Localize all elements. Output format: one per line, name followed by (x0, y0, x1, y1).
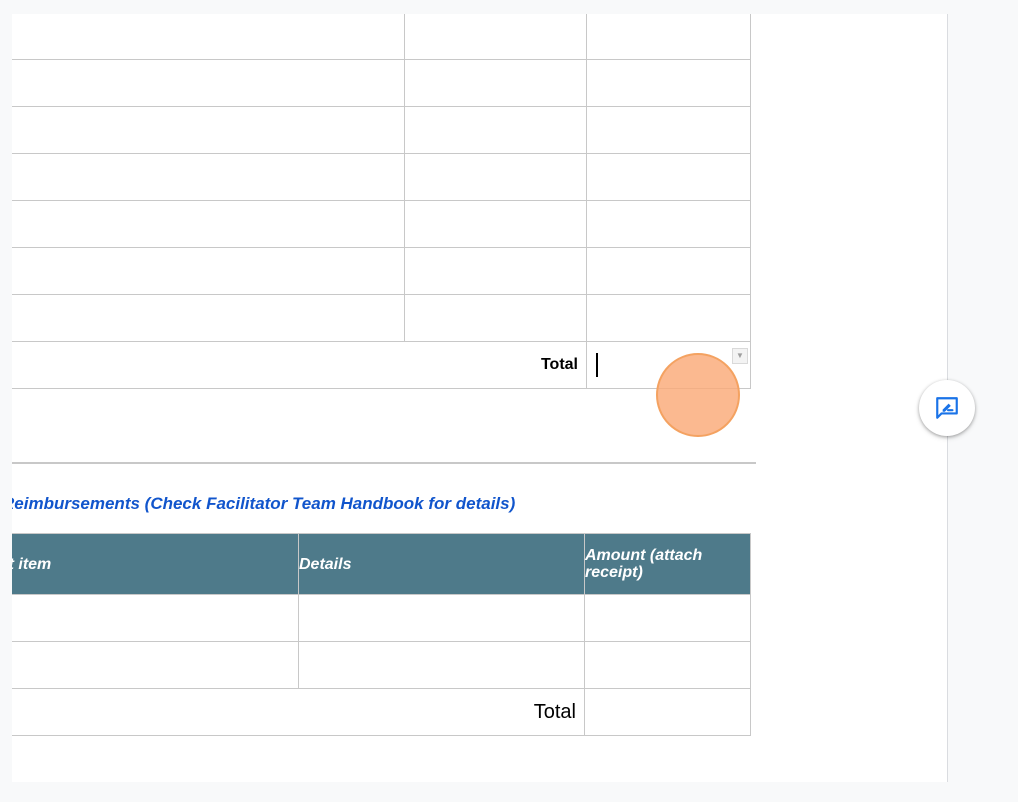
table-cell[interactable] (586, 153, 751, 201)
reimbursements-table: Reimbursement item Details Amount (attac… (12, 533, 751, 736)
table-row (12, 641, 751, 689)
text-cursor (596, 353, 598, 377)
add-comment-button[interactable] (919, 380, 975, 436)
total-label: Total (12, 688, 585, 736)
table-cell[interactable] (584, 594, 751, 642)
header-details[interactable]: Details (298, 533, 585, 595)
total-cell[interactable] (584, 688, 751, 736)
total-label: Total (12, 341, 587, 389)
table-cell[interactable] (12, 106, 405, 154)
section-divider (12, 462, 756, 464)
table-cell[interactable] (12, 594, 299, 642)
table-cell[interactable] (584, 641, 751, 689)
table-cell[interactable] (586, 200, 751, 248)
cursor-highlight (656, 353, 740, 437)
document-page: Total ▼ Reimbursements (Check Facilitator… (12, 14, 947, 782)
total-row: Total ▼ (12, 341, 751, 389)
table-cell[interactable] (298, 641, 585, 689)
table-cell[interactable] (298, 594, 585, 642)
header-amount[interactable]: Amount (attach receipt) (584, 533, 751, 595)
table-cell[interactable] (586, 106, 751, 154)
total-row: Total (12, 688, 751, 736)
table-cell[interactable] (586, 59, 751, 107)
table-row (12, 294, 751, 342)
table-row (12, 59, 751, 107)
table-cell[interactable] (12, 641, 299, 689)
table-cell[interactable] (404, 14, 587, 60)
section-title: Reimbursements (Check Facilitator Team H… (12, 494, 516, 513)
table-cell[interactable] (12, 200, 405, 248)
table-cell[interactable] (404, 153, 587, 201)
table-row (12, 200, 751, 248)
table-row (12, 14, 751, 60)
add-comment-icon (936, 397, 958, 419)
table-cell[interactable] (12, 247, 405, 295)
table-cell[interactable] (404, 294, 587, 342)
expenses-table: Total ▼ (12, 14, 751, 389)
table-row (12, 247, 751, 295)
table-row (12, 594, 751, 642)
table-cell[interactable] (404, 106, 587, 154)
table-row (12, 106, 751, 154)
table-cell[interactable] (586, 294, 751, 342)
table-cell[interactable] (12, 59, 405, 107)
table-row (12, 153, 751, 201)
table-cell[interactable] (404, 200, 587, 248)
dropdown-arrow-icon[interactable]: ▼ (732, 348, 748, 364)
table-cell[interactable] (586, 247, 751, 295)
header-reimbursement-item[interactable]: Reimbursement item (12, 533, 299, 595)
table-cell[interactable] (12, 294, 405, 342)
table-cell[interactable] (12, 14, 405, 60)
table-cell[interactable] (404, 59, 587, 107)
table-cell[interactable] (586, 14, 751, 60)
table-cell[interactable] (404, 247, 587, 295)
table-cell[interactable] (12, 153, 405, 201)
